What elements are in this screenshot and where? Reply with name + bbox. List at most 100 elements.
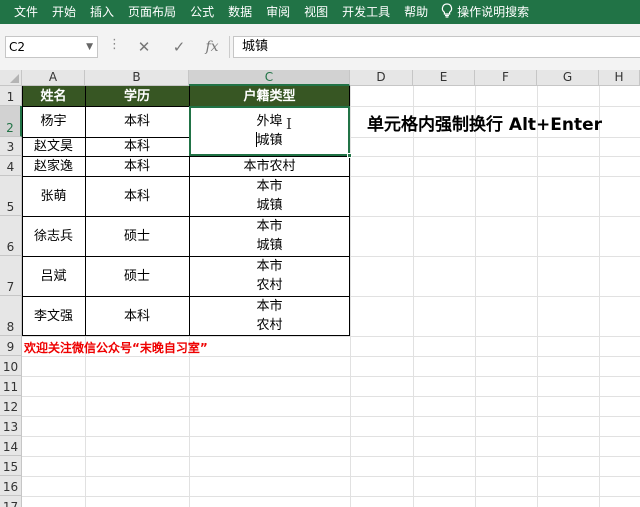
table-cell-education[interactable]: 本科 — [85, 106, 189, 137]
cancel-icon[interactable]: ✕ — [133, 36, 155, 58]
table-border — [22, 216, 350, 217]
tab-view[interactable]: 视图 — [297, 0, 335, 24]
table-border — [22, 86, 23, 336]
select-all-button[interactable] — [0, 70, 22, 86]
row-header-15[interactable]: 15 — [0, 456, 22, 476]
tab-developer[interactable]: 开发工具 — [335, 0, 397, 24]
gridline — [22, 496, 640, 497]
column-header-d[interactable]: D — [350, 70, 413, 86]
cell-line: 城镇 — [256, 238, 283, 253]
table-cell-household-type[interactable]: 本市 农村 — [189, 256, 350, 296]
table-cell-education[interactable]: 硕士 — [85, 216, 189, 256]
tab-page-layout[interactable]: 页面布局 — [121, 0, 183, 24]
cell-line: 外埠 — [256, 114, 283, 129]
gridline — [22, 436, 640, 437]
table-cell-household-type[interactable]: 本市农村 — [189, 156, 350, 176]
cell-line: 本市 — [256, 299, 283, 314]
ribbon-menu: 文件 开始 插入 页面布局 公式 数据 审阅 视图 开发工具 帮助 操作说明搜索 — [0, 0, 640, 24]
enter-check-icon[interactable]: ✓ — [168, 36, 190, 58]
tab-home[interactable]: 开始 — [45, 0, 83, 24]
table-border — [22, 296, 350, 297]
tab-file[interactable]: 文件 — [0, 0, 45, 24]
cell-line: 农村 — [256, 318, 283, 333]
gridline — [22, 396, 640, 397]
tab-formulas[interactable]: 公式 — [183, 0, 221, 24]
insert-function-icon[interactable]: fx — [201, 36, 223, 58]
footer-promo-text: 欢迎关注微信公众号“末晚自习室” — [24, 341, 208, 355]
row-header-17[interactable]: 17 — [0, 496, 22, 507]
column-header-c[interactable]: C — [189, 70, 350, 86]
chevron-down-icon[interactable]: ▼ — [86, 37, 93, 57]
column-header-e[interactable]: E — [413, 70, 475, 86]
table-cell-household-type[interactable]: 本市 城镇 — [189, 216, 350, 256]
text-caret — [256, 132, 257, 147]
row-header-3[interactable]: 3 — [0, 137, 22, 156]
header-cell-education[interactable]: 学历 — [85, 86, 189, 106]
gridline — [22, 416, 640, 417]
gridline — [22, 336, 640, 337]
gridline — [22, 456, 640, 457]
cell-line: 本市 — [256, 219, 283, 234]
table-cell-household-type[interactable]: 本市 城镇 — [189, 176, 350, 216]
tab-help[interactable]: 帮助 — [397, 0, 435, 24]
header-cell-name[interactable]: 姓名 — [22, 86, 85, 106]
ibeam-cursor-icon: I — [286, 115, 292, 133]
tab-review[interactable]: 审阅 — [259, 0, 297, 24]
table-cell-name[interactable]: 吕斌 — [22, 256, 85, 296]
header-cell-household-type[interactable]: 户籍类型 — [189, 86, 350, 106]
column-header-g[interactable]: G — [537, 70, 599, 86]
table-border — [85, 86, 86, 336]
column-header-b[interactable]: B — [85, 70, 189, 86]
cell-line: 城镇 — [256, 198, 283, 213]
tell-me-search[interactable]: 操作说明搜索 — [457, 0, 536, 24]
gridline — [22, 356, 640, 357]
table-cell-household-type[interactable]: 本市 农村 — [189, 296, 350, 336]
row-header-14[interactable]: 14 — [0, 436, 22, 456]
row-header-6[interactable]: 6 — [0, 216, 22, 256]
column-header-h[interactable]: H — [599, 70, 640, 86]
tab-insert[interactable]: 插入 — [83, 0, 121, 24]
table-cell-education[interactable]: 本科 — [85, 296, 189, 336]
table-cell-name[interactable]: 赵文昊 — [22, 137, 85, 156]
column-header-a[interactable]: A — [22, 70, 85, 86]
row-header-11[interactable]: 11 — [0, 376, 22, 396]
table-cell-education[interactable]: 本科 — [85, 137, 189, 156]
active-cell-content: 外埠 城镇 — [191, 110, 348, 152]
fill-handle[interactable] — [347, 153, 352, 158]
formula-bar: C2 ▼ ⋮ ✕ ✓ fx 城镇 — [0, 24, 640, 70]
name-box[interactable]: C2 ▼ — [5, 36, 98, 58]
tab-data[interactable]: 数据 — [221, 0, 259, 24]
worksheet-grid[interactable]: A B C D E F G H 1 2 3 4 5 6 7 8 9 10 11 … — [0, 70, 640, 507]
table-cell-education[interactable]: 本科 — [85, 156, 189, 176]
lightbulb-icon — [441, 2, 453, 22]
cell-line: 农村 — [256, 278, 283, 293]
name-box-value: C2 — [9, 40, 26, 54]
gridline — [22, 476, 640, 477]
row-header-5[interactable]: 5 — [0, 176, 22, 216]
row-header-10[interactable]: 10 — [0, 356, 22, 376]
table-border — [22, 137, 189, 138]
table-cell-education[interactable]: 本科 — [85, 176, 189, 216]
table-cell-name[interactable]: 李文强 — [22, 296, 85, 336]
table-cell-education[interactable]: 硕士 — [85, 256, 189, 296]
table-cell-name[interactable]: 张萌 — [22, 176, 85, 216]
table-cell-name[interactable]: 徐志兵 — [22, 216, 85, 256]
row-header-1[interactable]: 1 — [0, 86, 22, 106]
row-header-7[interactable]: 7 — [0, 256, 22, 296]
row-header-12[interactable]: 12 — [0, 396, 22, 416]
active-cell-c2[interactable]: 外埠 城镇 — [189, 106, 352, 158]
row-header-4[interactable]: 4 — [0, 156, 22, 176]
more-icon[interactable]: ⋮ — [108, 37, 121, 52]
table-cell-name[interactable]: 赵家逸 — [22, 156, 85, 176]
cell-line: 城镇 — [256, 133, 283, 148]
formula-input[interactable]: 城镇 — [233, 36, 640, 58]
row-header-8[interactable]: 8 — [0, 296, 22, 336]
table-cell-name[interactable]: 杨宇 — [22, 106, 85, 137]
row-header-16[interactable]: 16 — [0, 476, 22, 496]
row-header-2[interactable]: 2 — [0, 106, 22, 137]
row-header-13[interactable]: 13 — [0, 416, 22, 436]
row-header-9[interactable]: 9 — [0, 336, 22, 356]
table-border — [22, 335, 350, 336]
tip-text: 单元格内强制换行 Alt+Enter — [367, 115, 603, 135]
column-header-f[interactable]: F — [475, 70, 537, 86]
